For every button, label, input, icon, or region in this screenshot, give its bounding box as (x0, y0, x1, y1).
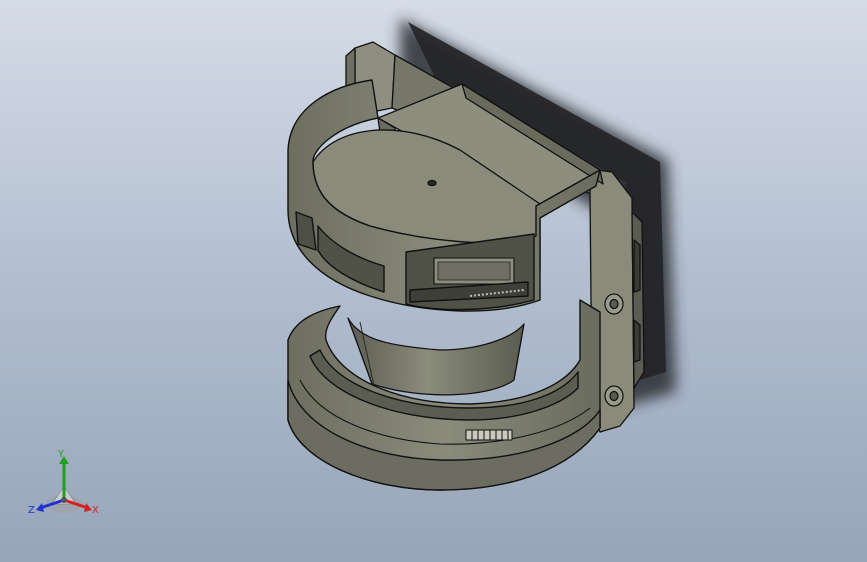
coordinate-triad-icon (36, 456, 92, 513)
vent-slots (465, 429, 513, 441)
x-axis-label: X (92, 505, 99, 516)
sensor-housing-model[interactable] (0, 0, 867, 562)
y-axis-label: Y (58, 449, 65, 460)
graphics-viewport[interactable]: Y X Z (0, 0, 867, 562)
sensor-window (347, 317, 525, 396)
z-axis-label: Z (28, 505, 35, 516)
coordinate-triad: Y X Z (22, 448, 108, 528)
